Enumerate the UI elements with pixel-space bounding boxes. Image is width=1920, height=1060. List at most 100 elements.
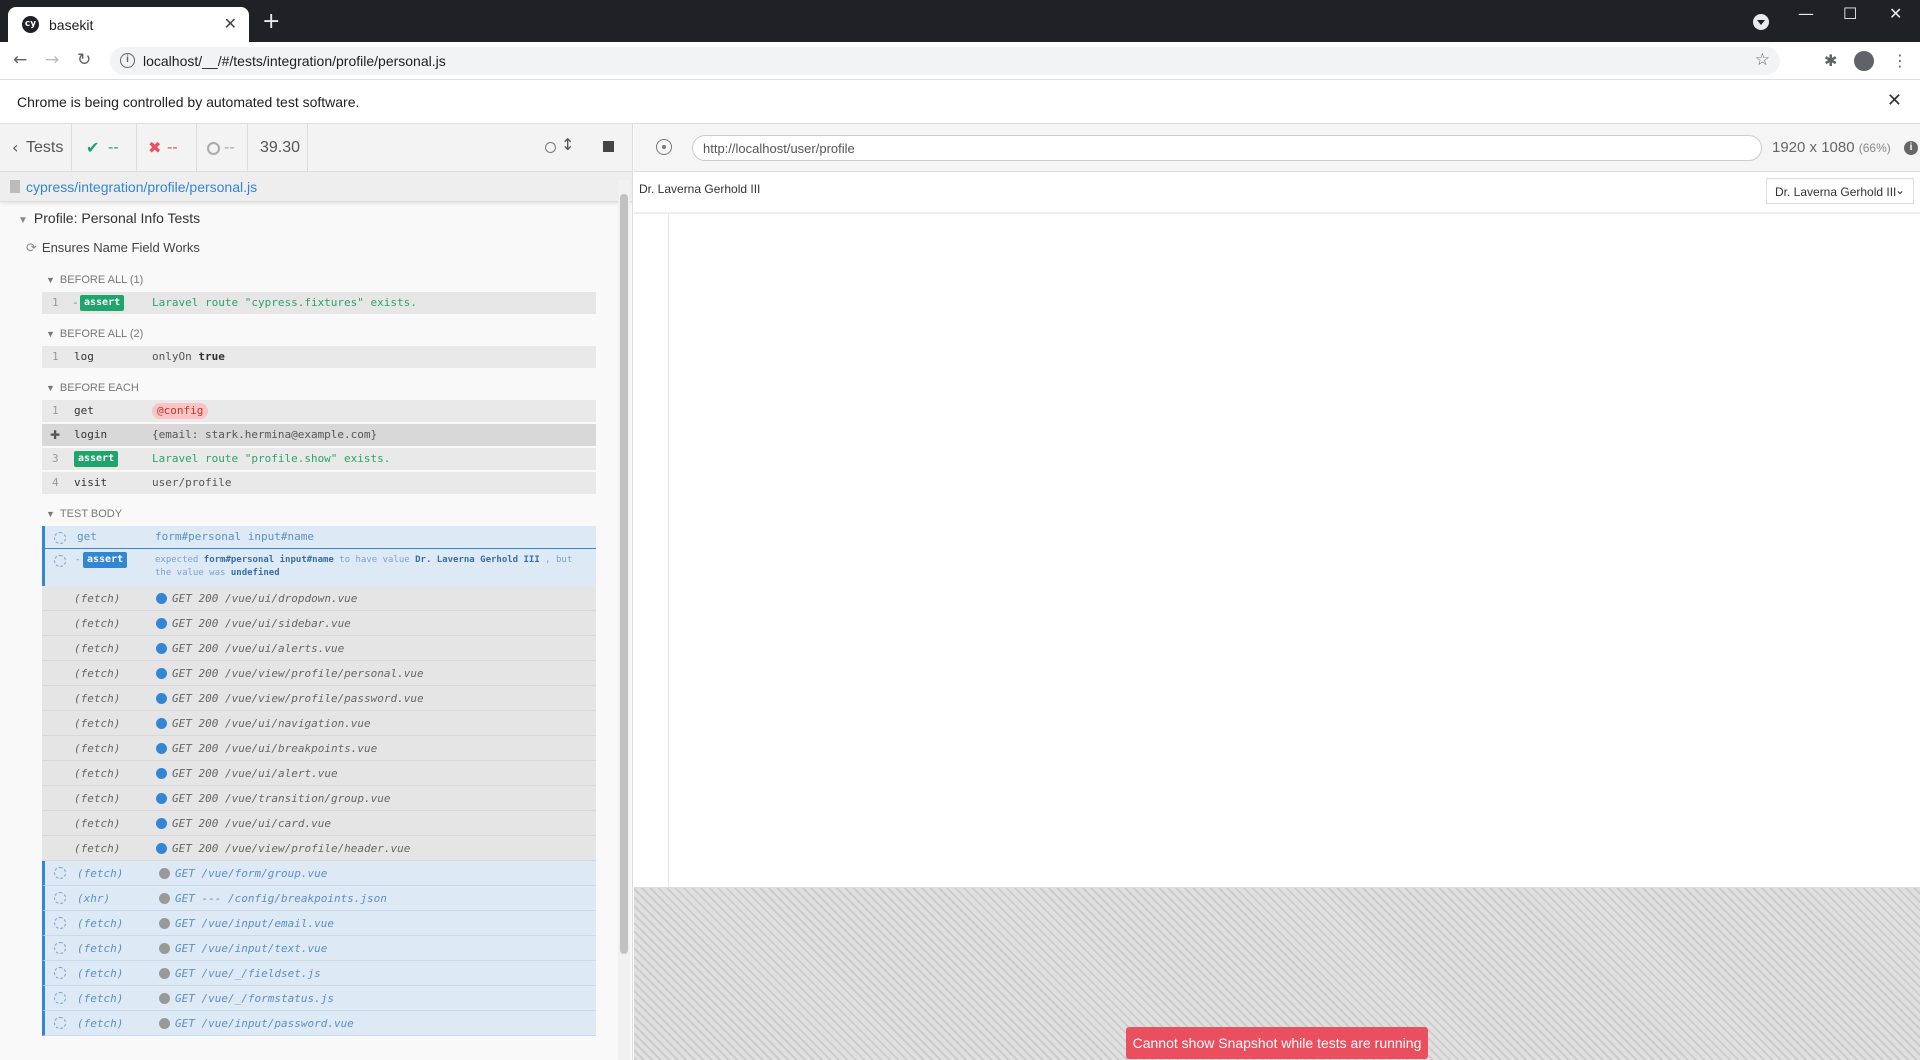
stop-icon[interactable]: [603, 141, 614, 152]
request-kind: (xhr): [77, 892, 111, 905]
browser-tab[interactable]: cy basekit ✕: [8, 7, 249, 42]
request-text: GET /vue/_/formstatus.js: [175, 992, 334, 1005]
back-icon[interactable]: ←: [13, 50, 27, 70]
request-row[interactable]: (fetch) GET 200 /vue/view/profile/header.…: [42, 836, 596, 861]
aut-panel: http://localhost/user/profile 1920 x 108…: [634, 124, 1920, 1060]
hook-label: BEFORE ALL (2): [59, 328, 144, 340]
site-info-icon[interactable]: i: [120, 53, 135, 68]
request-kind: (fetch): [74, 667, 121, 680]
tab-title: basekit: [49, 17, 94, 33]
request-text: GET 200 /vue/ui/breakpoints.vue: [172, 742, 378, 755]
request-status-dot-icon: [159, 968, 170, 979]
request-kind: (fetch): [77, 917, 124, 930]
hook-before-all-2[interactable]: ▼ BEFORE ALL (2): [46, 328, 143, 340]
cypress-favicon-icon: cy: [22, 16, 39, 33]
request-row[interactable]: (fetch) GET 200 /vue/view/profile/persona…: [42, 661, 596, 686]
command-name: get: [74, 404, 94, 417]
window-close-icon[interactable]: ✕: [1889, 4, 1902, 23]
hook-label: BEFORE ALL (1): [59, 274, 144, 286]
request-kind: (fetch): [74, 842, 121, 855]
command-number: 3: [52, 452, 59, 465]
request-kind: (fetch): [77, 992, 124, 1005]
forward-icon[interactable]: →: [45, 50, 59, 70]
request-row-pending[interactable]: (fetch) GET /vue/_/fieldset.js: [42, 961, 596, 986]
request-row[interactable]: (fetch) GET 200 /vue/ui/alert.vue: [42, 761, 596, 786]
autoscroll-toggle-icon[interactable]: ↕: [561, 135, 574, 154]
request-row[interactable]: (fetch) GET 200 /vue/ui/card.vue: [42, 811, 596, 836]
request-row-pending[interactable]: (fetch) GET /vue/input/email.vue: [42, 911, 596, 936]
request-row[interactable]: (fetch) GET 200 /vue/transition/group.vue: [42, 786, 596, 811]
request-status-dot-icon: [156, 668, 167, 679]
reporter-header: ‹ Tests ✔ -- ✖ -- -- 39.30 ↕: [0, 124, 632, 172]
infobar-close-icon[interactable]: ✕: [1887, 90, 1902, 111]
request-row[interactable]: (fetch) GET 200 /vue/ui/breakpoints.vue: [42, 736, 596, 761]
command-row[interactable]: 1 get @config: [42, 400, 596, 422]
request-text: GET 200 /vue/ui/alerts.vue: [172, 642, 345, 655]
request-status-dot-icon: [156, 743, 167, 754]
request-text: GET /vue/input/text.vue: [175, 942, 328, 955]
selector-playground-icon[interactable]: [656, 139, 672, 155]
request-text: GET /vue/input/email.vue: [175, 917, 334, 930]
caret-down-icon: ▼: [46, 275, 55, 285]
command-row[interactable]: 3 assert Laravel route "profile.show" ex…: [42, 448, 596, 470]
request-kind: (fetch): [74, 792, 121, 805]
command-row[interactable]: ✚ login {email: stark.hermina@example.co…: [42, 424, 596, 446]
tab-search-icon[interactable]: [1753, 14, 1769, 30]
request-row-pending[interactable]: (fetch) GET /vue/form/group.vue: [42, 861, 596, 886]
spinner-icon: [54, 892, 66, 904]
request-row-pending[interactable]: (fetch) GET /vue/input/text.vue: [42, 936, 596, 961]
request-row-pending[interactable]: (fetch) GET /vue/input/password.vue: [42, 1011, 596, 1036]
reload-icon[interactable]: ↻: [77, 50, 91, 70]
minimize-icon[interactable]: —: [1798, 4, 1814, 23]
reporter-panel: ‹ Tests ✔ -- ✖ -- -- 39.30 ↕ cypress/int…: [0, 124, 633, 1060]
passed-stat: ✔ --: [72, 124, 137, 172]
maximize-icon[interactable]: ☐: [1843, 4, 1857, 23]
scrollbar-thumb[interactable]: [620, 194, 628, 954]
bookmark-star-icon[interactable]: ☆: [1755, 50, 1770, 70]
new-tab-icon[interactable]: +: [262, 9, 280, 34]
request-kind: (fetch): [74, 742, 121, 755]
test-title[interactable]: ⟳ Ensures Name Field Works: [26, 240, 200, 256]
command-row[interactable]: 1 - assert Laravel route "cypress.fixtur…: [42, 292, 596, 314]
pin-icon: ✚: [50, 428, 61, 442]
hook-before-each[interactable]: ▼ BEFORE EACH: [46, 382, 139, 394]
request-row[interactable]: (fetch) GET 200 /vue/ui/sidebar.vue: [42, 611, 596, 636]
address-bar[interactable]: i localhost/__/#/tests/integration/profi…: [110, 47, 1780, 75]
request-row-pending[interactable]: (xhr) GET --- /config/breakpoints.json: [42, 886, 596, 911]
spec-path[interactable]: cypress/integration/profile/personal.js: [26, 179, 257, 195]
aut-url: http://localhost/user/profile: [703, 141, 855, 156]
caret-down-icon: ▼: [46, 509, 55, 519]
reporter-scrollbar[interactable]: [618, 180, 630, 1060]
address-url[interactable]: localhost/__/#/tests/integration/profile…: [143, 53, 446, 69]
profile-avatar-icon[interactable]: [1854, 51, 1874, 71]
command-row[interactable]: 1 log onlyOn true: [42, 346, 596, 368]
tab-close-icon[interactable]: ✕: [224, 14, 237, 33]
request-row[interactable]: (fetch) GET 200 /vue/ui/alerts.vue: [42, 636, 596, 661]
chrome-menu-icon[interactable]: ⋮: [1892, 51, 1908, 70]
spinner-icon: [54, 967, 66, 979]
request-text: GET /vue/form/group.vue: [175, 867, 328, 880]
request-row[interactable]: (fetch) GET 200 /vue/ui/navigation.vue: [42, 711, 596, 736]
request-kind: (fetch): [74, 692, 121, 705]
request-row-pending[interactable]: (fetch) GET /vue/_/formstatus.js: [42, 986, 596, 1011]
spinner-icon: [54, 555, 66, 567]
command-row[interactable]: 4 visit user/profile: [42, 472, 596, 494]
viewport-selector-icon[interactable]: [545, 142, 556, 153]
request-kind: (fetch): [74, 817, 121, 830]
request-row[interactable]: (fetch) GET 200 /vue/view/profile/passwor…: [42, 686, 596, 711]
pending-count: --: [224, 139, 235, 156]
request-text: GET 200 /vue/ui/navigation.vue: [172, 717, 371, 730]
command-row-pending[interactable]: get form#personal input#name: [42, 526, 596, 549]
caret-down-icon: ▼: [18, 215, 28, 226]
command-row-pending-assert[interactable]: - assert expected form#personal input#na…: [42, 549, 596, 586]
tests-back-button[interactable]: ‹ Tests: [0, 124, 72, 172]
suite-title[interactable]: ▼ Profile: Personal Info Tests: [18, 210, 200, 226]
extensions-icon[interactable]: ✱: [1824, 51, 1837, 70]
viewport-info-icon[interactable]: i: [1904, 141, 1918, 155]
request-row[interactable]: (fetch) GET 200 /vue/ui/dropdown.vue: [42, 586, 596, 611]
hook-before-all-1[interactable]: ▼ BEFORE ALL (1): [46, 274, 143, 286]
user-dropdown[interactable]: Dr. Laverna Gerhold III ⌄: [1766, 178, 1914, 204]
spinner-icon: [54, 942, 66, 954]
request-status-dot-icon: [159, 943, 170, 954]
hook-test-body[interactable]: ▼ TEST BODY: [46, 508, 122, 520]
